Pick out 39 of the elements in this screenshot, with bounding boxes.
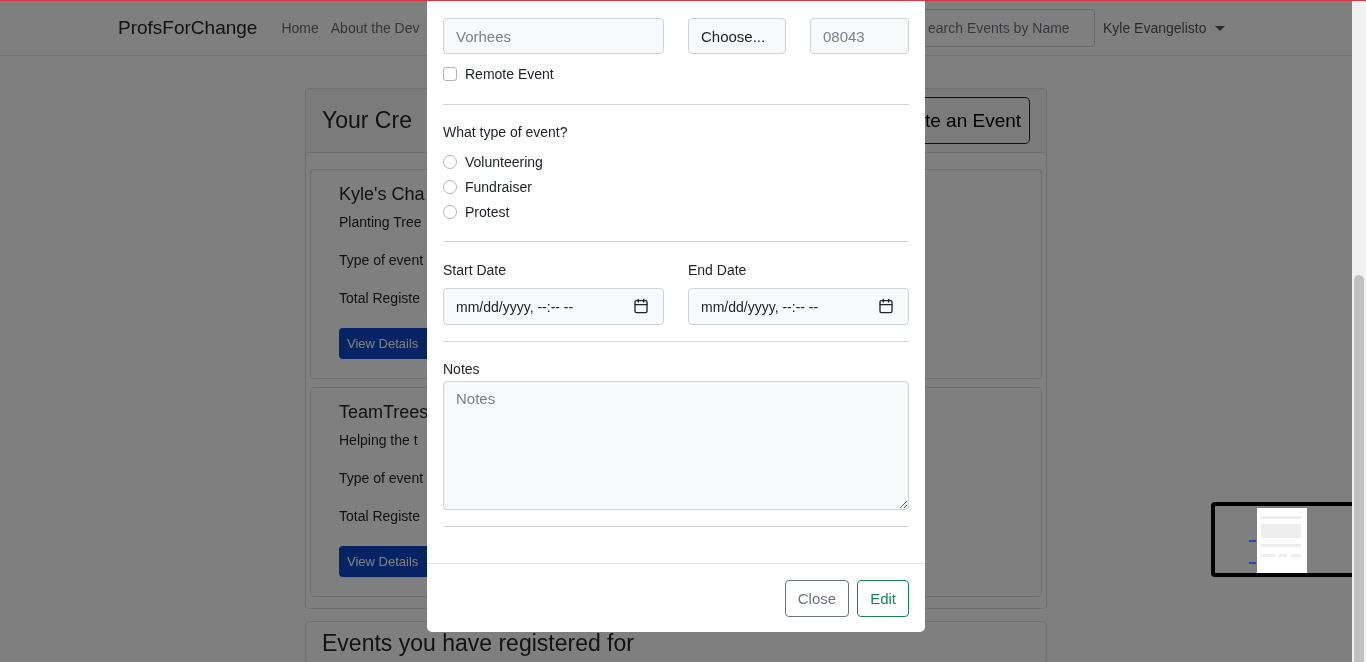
city-field[interactable]: Vorhees (443, 18, 664, 54)
nav-link[interactable]: Home (281, 20, 319, 36)
end-date-field[interactable]: mm/dd/yyyy, --:-- -- (688, 288, 909, 325)
radio-button[interactable] (443, 205, 457, 219)
event-description: Planting Tree (339, 214, 422, 230)
event-title: TeamTrees (339, 402, 429, 423)
caret-icon (1214, 25, 1225, 31)
field-label: End Date (688, 262, 748, 278)
radio-label: Protest (465, 204, 510, 220)
nav-link[interactable]: About the Dev (330, 20, 420, 36)
close-button[interactable]: Close (784, 579, 850, 617)
calendar-icon[interactable] (878, 298, 894, 314)
radio-label: Volunteering (465, 154, 543, 170)
field-label: Start Date (443, 262, 508, 278)
event-type: Type of event (339, 252, 424, 268)
brand-name[interactable]: ProfsForChange (118, 17, 258, 39)
search-field[interactable]: earch Events by Name (925, 9, 1095, 47)
user-menu[interactable]: Kyle Evangelisto (1103, 20, 1234, 36)
zipcode-field[interactable]: 08043 (810, 18, 909, 54)
event-type: Type of event (339, 470, 424, 486)
scrollbar-thumb[interactable] (1354, 275, 1364, 662)
panel-title: Your Cre (322, 107, 412, 134)
calendar-icon[interactable] (633, 298, 649, 314)
question-label: What type of event? (443, 124, 569, 140)
start-date-field[interactable]: mm/dd/yyyy, --:-- -- (443, 288, 664, 325)
registered-count: Total Registe (339, 508, 420, 524)
panel-title: Events you have registered for (322, 630, 634, 656)
field-label: Notes (443, 361, 481, 377)
checkbox-label: Remote Event (465, 66, 554, 82)
radio-button[interactable] (443, 155, 457, 169)
registered-count: Total Registe (339, 290, 420, 306)
checkbox[interactable] (443, 67, 457, 81)
radio-label: Fundraiser (465, 179, 532, 195)
notes-field[interactable]: Notes (443, 381, 909, 510)
event-title: Kyle's Cha (339, 184, 425, 205)
state-select[interactable]: Choose... (688, 18, 786, 54)
radio-button[interactable] (443, 180, 457, 194)
edit-button[interactable]: Edit (857, 579, 909, 617)
event-description: Helping the t (339, 432, 418, 448)
